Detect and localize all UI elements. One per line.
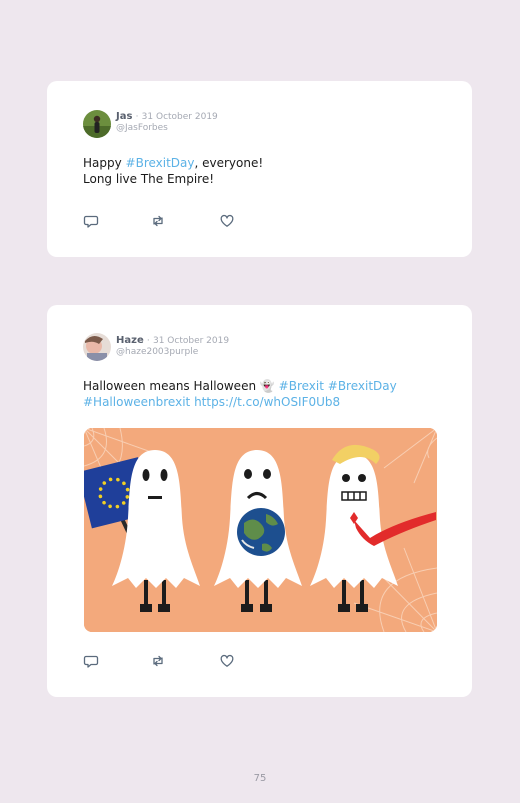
- hashtag-link[interactable]: #Halloweenbrexit: [83, 395, 190, 409]
- retweet-icon[interactable]: [150, 213, 166, 229]
- user-handle[interactable]: @haze2003purple: [116, 347, 198, 357]
- user-name[interactable]: Jas: [116, 111, 132, 122]
- tweet-date[interactable]: 31 October 2019: [153, 336, 229, 346]
- page-number: 75: [253, 773, 267, 784]
- avatar[interactable]: [83, 110, 111, 138]
- three-ghosts-brexit-image: [84, 428, 437, 632]
- avatar[interactable]: [83, 333, 111, 361]
- tweet-text-line: Long live The Empire!: [83, 172, 215, 186]
- tweet-media-image[interactable]: [84, 428, 437, 632]
- avatar-photo: [83, 110, 111, 138]
- avatar-photo: [83, 333, 111, 361]
- hashtag-link[interactable]: #BrexitDay: [328, 379, 397, 393]
- hashtag-link[interactable]: #BrexitDay: [126, 156, 195, 170]
- tweet-actions: [83, 213, 243, 229]
- tweet-text: Happy #BrexitDay, everyone! Long live Th…: [83, 155, 452, 187]
- reply-icon[interactable]: [83, 653, 99, 669]
- tweet-header: Haze · 31 October 2019: [116, 334, 229, 348]
- separator-dot: ·: [135, 112, 139, 122]
- tweet-actions: [83, 653, 243, 669]
- hashtag-link[interactable]: #Brexit: [279, 379, 324, 393]
- tweet-text: Halloween means Halloween 👻 #Brexit #Bre…: [83, 378, 452, 410]
- tweet-card-1: Jas · 31 October 2019 @JasForbes Happy #…: [47, 81, 472, 257]
- tweet-text-fragment: Happy: [83, 156, 126, 170]
- heart-icon[interactable]: [219, 653, 235, 669]
- reply-icon[interactable]: [83, 213, 99, 229]
- tweet-date[interactable]: 31 October 2019: [142, 112, 218, 122]
- heart-icon[interactable]: [219, 213, 235, 229]
- separator-dot: ·: [146, 336, 150, 346]
- tweet-text-fragment: Halloween means Halloween: [83, 379, 260, 393]
- tweet-text-fragment: , everyone!: [194, 156, 264, 170]
- tweet-header: Jas · 31 October 2019: [116, 110, 218, 124]
- url-link[interactable]: https://t.co/whOSIF0Ub8: [194, 395, 340, 409]
- user-handle[interactable]: @JasForbes: [116, 123, 168, 133]
- ghost-emoji: 👻: [259, 379, 275, 393]
- user-name[interactable]: Haze: [116, 335, 144, 346]
- tweet-card-2: Haze · 31 October 2019 @haze2003purple H…: [47, 305, 472, 697]
- retweet-icon[interactable]: [150, 653, 166, 669]
